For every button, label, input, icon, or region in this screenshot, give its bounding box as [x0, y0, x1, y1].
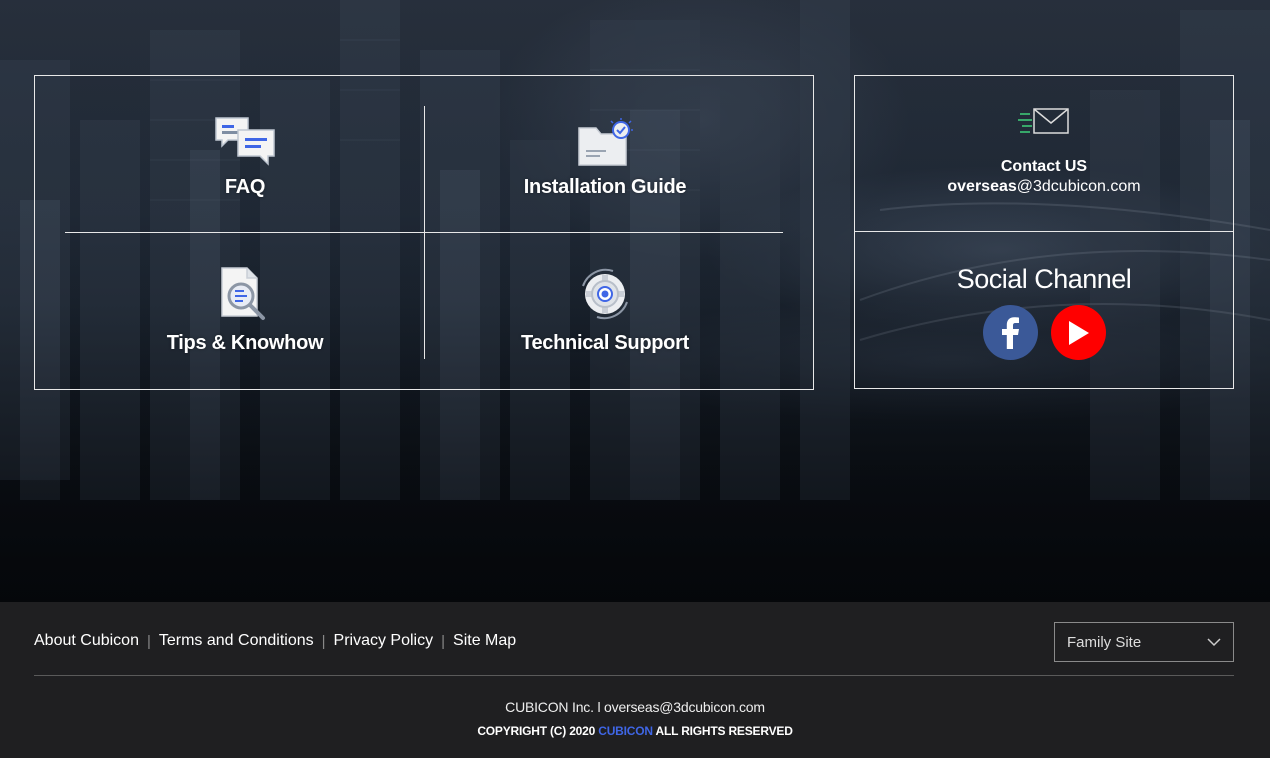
support-panel: FAQ Installation Guide Tips & Knowhow Te… [34, 75, 814, 390]
contact-title: Contact US [1000, 158, 1088, 175]
youtube-button[interactable] [1050, 305, 1106, 360]
company-info: CUBICON Inc. l overseas@3dcubicon.com [505, 699, 765, 715]
mail-icon [1018, 108, 1069, 134]
facebook-button[interactable] [982, 305, 1038, 360]
faq-chat-icon [215, 117, 275, 166]
panel-divider-horizontal [65, 232, 783, 233]
faq-tile[interactable]: FAQ [65, 106, 425, 226]
footer: About Cubicon | Terms and Conditions | P… [0, 602, 1270, 758]
copyright: COPYRIGHT (C) 2020 CUBICON ALL RIGHTS RE… [0, 724, 1270, 738]
tips-knowhow-label: Tips & Knowhow [166, 332, 324, 354]
copyright-suffix: ALL RIGHTS RESERVED [655, 724, 793, 738]
link-separator: | [441, 632, 446, 650]
family-site-label: Family Site [1067, 633, 1142, 651]
contact-email[interactable]: overseas@3dcubicon.com [947, 178, 1140, 196]
family-site-select[interactable]: Family Site [1054, 622, 1234, 662]
footer-divider [34, 675, 1234, 676]
footer-links: About Cubicon | Terms and Conditions | P… [34, 632, 516, 650]
contact-email-user: overseas [947, 178, 1017, 195]
installation-guide-label: Installation Guide [523, 176, 687, 198]
link-separator: | [321, 632, 326, 650]
side-divider [855, 231, 1233, 232]
contact-email-domain: @3dcubicon.com [1016, 178, 1141, 195]
youtube-icon [1069, 320, 1089, 345]
tips-knowhow-tile[interactable]: Tips & Knowhow [65, 262, 425, 382]
copyright-brand: CUBICON [598, 724, 653, 738]
document-search-icon [221, 267, 265, 320]
contact-panel: Contact US overseas@3dcubicon.com Social… [854, 75, 1234, 389]
link-separator: | [146, 632, 151, 650]
technical-support-tile[interactable]: Technical Support [425, 262, 785, 382]
contact-block[interactable]: Contact US overseas@3dcubicon.com [855, 106, 1233, 196]
installation-guide-tile[interactable]: Installation Guide [425, 106, 785, 226]
about-link[interactable]: About Cubicon [34, 632, 139, 650]
gear-icon [582, 268, 628, 320]
folder-check-icon [578, 118, 633, 166]
faq-label: FAQ [224, 176, 266, 198]
chevron-down-icon [1207, 638, 1221, 647]
sitemap-link[interactable]: Site Map [453, 632, 516, 650]
copyright-prefix: COPYRIGHT (C) 2020 [477, 724, 596, 738]
privacy-link[interactable]: Privacy Policy [334, 632, 434, 650]
technical-support-label: Technical Support [521, 332, 689, 354]
hero-background: FAQ Installation Guide Tips & Knowhow Te… [0, 0, 1270, 602]
social-title: Social Channel [956, 264, 1132, 294]
facebook-icon [1002, 316, 1019, 349]
social-block: Social Channel [855, 264, 1233, 360]
terms-link[interactable]: Terms and Conditions [159, 632, 314, 650]
